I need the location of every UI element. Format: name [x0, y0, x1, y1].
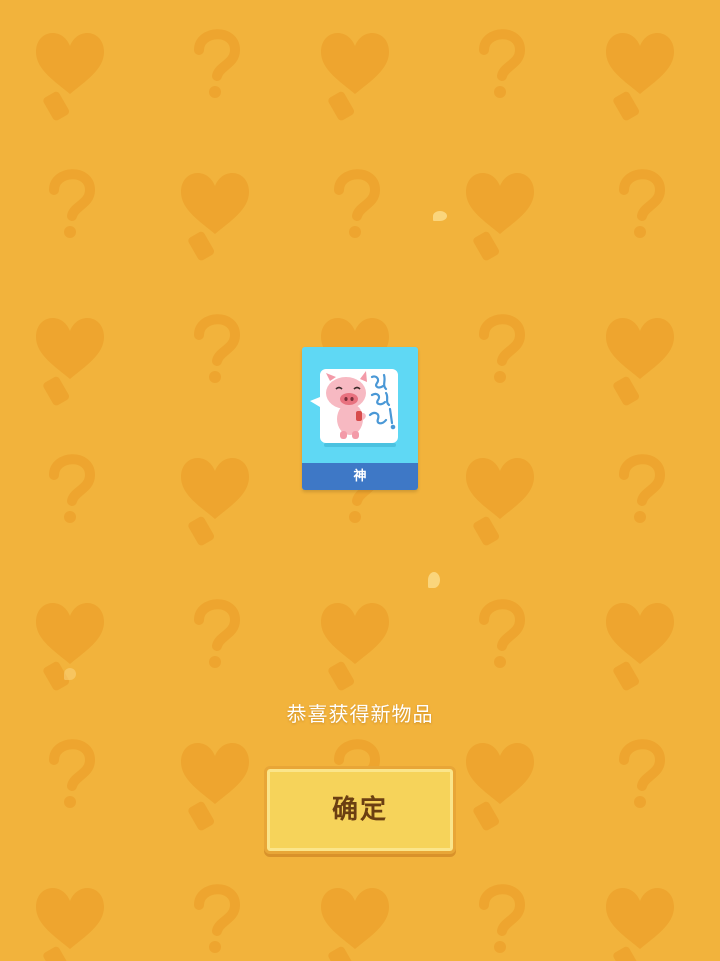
pig-sticker-icon: [310, 369, 398, 447]
sparkle-particle: [428, 572, 440, 588]
sparkle-particle: [433, 211, 447, 221]
congrats-message: 恭喜获得新物品: [286, 702, 434, 726]
reward-item-card[interactable]: 神: [302, 347, 418, 490]
reward-item-image: [302, 347, 418, 463]
sparkle-particle: [64, 668, 76, 680]
reward-item-name: 神: [302, 463, 418, 490]
confirm-button[interactable]: 确定: [264, 766, 456, 854]
